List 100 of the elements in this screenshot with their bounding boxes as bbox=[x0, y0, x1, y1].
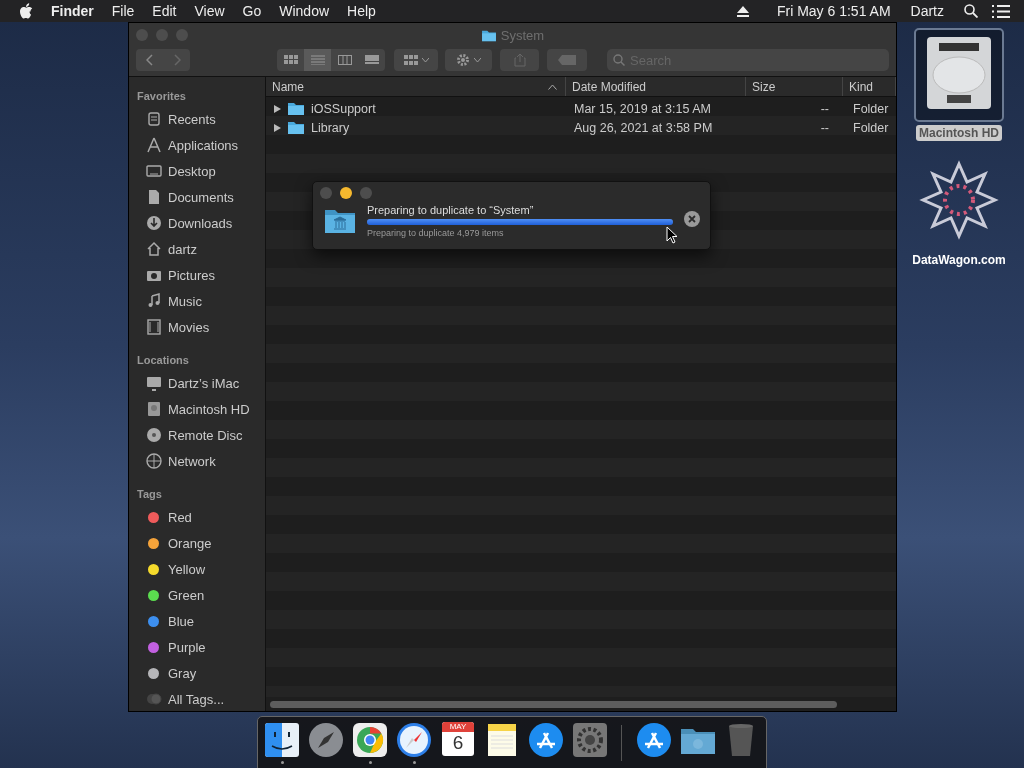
progress-title: Preparing to duplicate to “System” bbox=[367, 204, 535, 216]
sidebar-icon bbox=[146, 163, 162, 179]
compass-icon[interactable] bbox=[396, 722, 433, 758]
sidebar-item[interactable]: Documents bbox=[129, 184, 265, 210]
sidebar-item[interactable]: Purple bbox=[129, 634, 265, 660]
folder-icon bbox=[480, 28, 497, 42]
sidebar-icon bbox=[146, 241, 162, 257]
sidebar-item[interactable]: Gray bbox=[129, 660, 265, 686]
menu-item[interactable]: Window bbox=[270, 3, 339, 19]
file-name: Library bbox=[311, 120, 350, 135]
sidebar-icon bbox=[146, 453, 162, 469]
disclosure-triangle[interactable] bbox=[274, 123, 281, 132]
app-store-icon[interactable] bbox=[527, 722, 564, 758]
sidebar-item[interactable]: Network bbox=[129, 448, 265, 474]
folder-icon bbox=[287, 101, 305, 116]
sidebar-heading: Locations bbox=[136, 353, 190, 368]
sidebar-item[interactable]: Red bbox=[129, 504, 265, 530]
tag-icon bbox=[558, 55, 576, 65]
chevron-left-icon bbox=[145, 54, 154, 66]
column-header[interactable]: Kind bbox=[843, 77, 896, 96]
grid-icon bbox=[403, 55, 418, 65]
sidebar-icon bbox=[146, 375, 162, 391]
caret-icon bbox=[474, 57, 481, 63]
sidebar-item[interactable]: Yellow bbox=[129, 556, 265, 582]
menu-item[interactable]: Go bbox=[233, 3, 271, 19]
list-icon[interactable] bbox=[992, 4, 1010, 18]
menu-item[interactable]: Edit bbox=[143, 3, 186, 19]
sidebar-item[interactable]: Applications bbox=[129, 132, 265, 158]
sidebar-heading: Tags bbox=[136, 487, 163, 502]
sidebar-icon bbox=[146, 293, 162, 309]
tags-icon bbox=[146, 693, 162, 705]
chevron-right-icon bbox=[172, 54, 181, 66]
search-icon bbox=[613, 54, 625, 66]
scrollbar-thumb[interactable] bbox=[270, 700, 837, 708]
sidebar-item[interactable]: Green bbox=[129, 582, 265, 608]
sidebar-icon bbox=[146, 427, 162, 443]
menu-item[interactable]: File bbox=[102, 3, 144, 19]
sidebar-item[interactable]: Desktop bbox=[129, 158, 265, 184]
sidebar-item[interactable]: Blue bbox=[129, 608, 265, 634]
folder-icon bbox=[287, 120, 305, 135]
action-menu-button[interactable] bbox=[445, 49, 492, 71]
view-mode-icon bbox=[283, 55, 298, 65]
user-name[interactable]: Dartz bbox=[900, 3, 954, 19]
group-by-button[interactable] bbox=[394, 49, 438, 71]
sidebar-item[interactable]: Movies bbox=[129, 314, 265, 340]
window-control-button[interactable] bbox=[340, 187, 352, 199]
kind-cell-text: Folder bbox=[852, 120, 890, 135]
date-modified-cell-text: Mar 15, 2019 at 3:15 AM bbox=[573, 101, 712, 116]
sidebar-icon bbox=[146, 137, 162, 153]
desktop-icon-label[interactable]: Macintosh HD bbox=[916, 125, 1002, 141]
search-icon[interactable] bbox=[964, 4, 978, 18]
view-mode-icon bbox=[364, 55, 379, 65]
sidebar-item[interactable]: Macintosh HD bbox=[129, 396, 265, 422]
disclosure-triangle[interactable] bbox=[274, 104, 281, 113]
sidebar-icon bbox=[146, 189, 162, 205]
app-store-icon[interactable] bbox=[635, 722, 672, 758]
calendar-icon[interactable]: MAY 6 bbox=[442, 722, 475, 756]
menu-item[interactable]: Finder bbox=[42, 3, 103, 19]
sidebar-item[interactable]: Recents bbox=[129, 106, 265, 132]
sidebar-item[interactable]: Dartz’s iMac bbox=[129, 370, 265, 396]
size-cell: -- bbox=[820, 101, 829, 116]
sidebar-icon bbox=[146, 215, 162, 231]
column-header[interactable]: Date Modified bbox=[566, 77, 746, 96]
sidebar-item[interactable]: All Tags... bbox=[129, 686, 265, 712]
sidebar-item[interactable]: Downloads bbox=[129, 210, 265, 236]
view-mode-icon bbox=[310, 55, 325, 65]
column-header[interactable]: Size bbox=[746, 77, 843, 96]
system-folder-icon bbox=[324, 208, 356, 234]
menu-item[interactable]: Help bbox=[338, 3, 385, 19]
sidebar-item[interactable]: Pictures bbox=[129, 262, 265, 288]
gear-icon[interactable] bbox=[571, 722, 608, 758]
share-icon bbox=[513, 53, 526, 67]
size-cell: -- bbox=[820, 120, 829, 135]
cancel-button[interactable] bbox=[684, 211, 700, 227]
sidebar-item[interactable]: Orange bbox=[129, 530, 265, 556]
mouse-pointer-icon bbox=[666, 226, 678, 244]
sort-caret-icon bbox=[548, 83, 557, 90]
caret-icon bbox=[421, 57, 429, 63]
star-pattern-icon[interactable] bbox=[919, 160, 999, 240]
menu-clock[interactable]: Fri May 6 1:51 AM bbox=[766, 3, 901, 19]
sidebar-heading: Favorites bbox=[136, 89, 187, 104]
view-mode-icon bbox=[337, 55, 352, 65]
window-title: System bbox=[500, 27, 545, 43]
column-header[interactable]: Name bbox=[266, 77, 566, 96]
sidebar-item[interactable]: Remote Disc bbox=[129, 422, 265, 448]
date-modified-cell-text: Aug 26, 2021 at 3:58 PM bbox=[573, 120, 714, 135]
finder-face-icon[interactable] bbox=[264, 722, 301, 758]
close-icon bbox=[688, 215, 696, 223]
browser-icon[interactable] bbox=[352, 722, 389, 758]
eject-icon[interactable] bbox=[736, 5, 749, 17]
desktop-icon-label[interactable]: DataWagon.com bbox=[909, 252, 1009, 268]
menu-item[interactable]: View bbox=[185, 3, 234, 19]
sidebar-item[interactable]: dartz bbox=[129, 236, 265, 262]
gear-icon bbox=[456, 53, 470, 67]
file-name: iOSSupport bbox=[311, 101, 376, 116]
sidebar-icon bbox=[146, 319, 162, 335]
sidebar-icon bbox=[146, 111, 162, 127]
sidebar-icon bbox=[146, 401, 162, 417]
sidebar-item[interactable]: Music bbox=[129, 288, 265, 314]
progress-detail: Preparing to duplicate 4,979 items bbox=[367, 228, 505, 238]
